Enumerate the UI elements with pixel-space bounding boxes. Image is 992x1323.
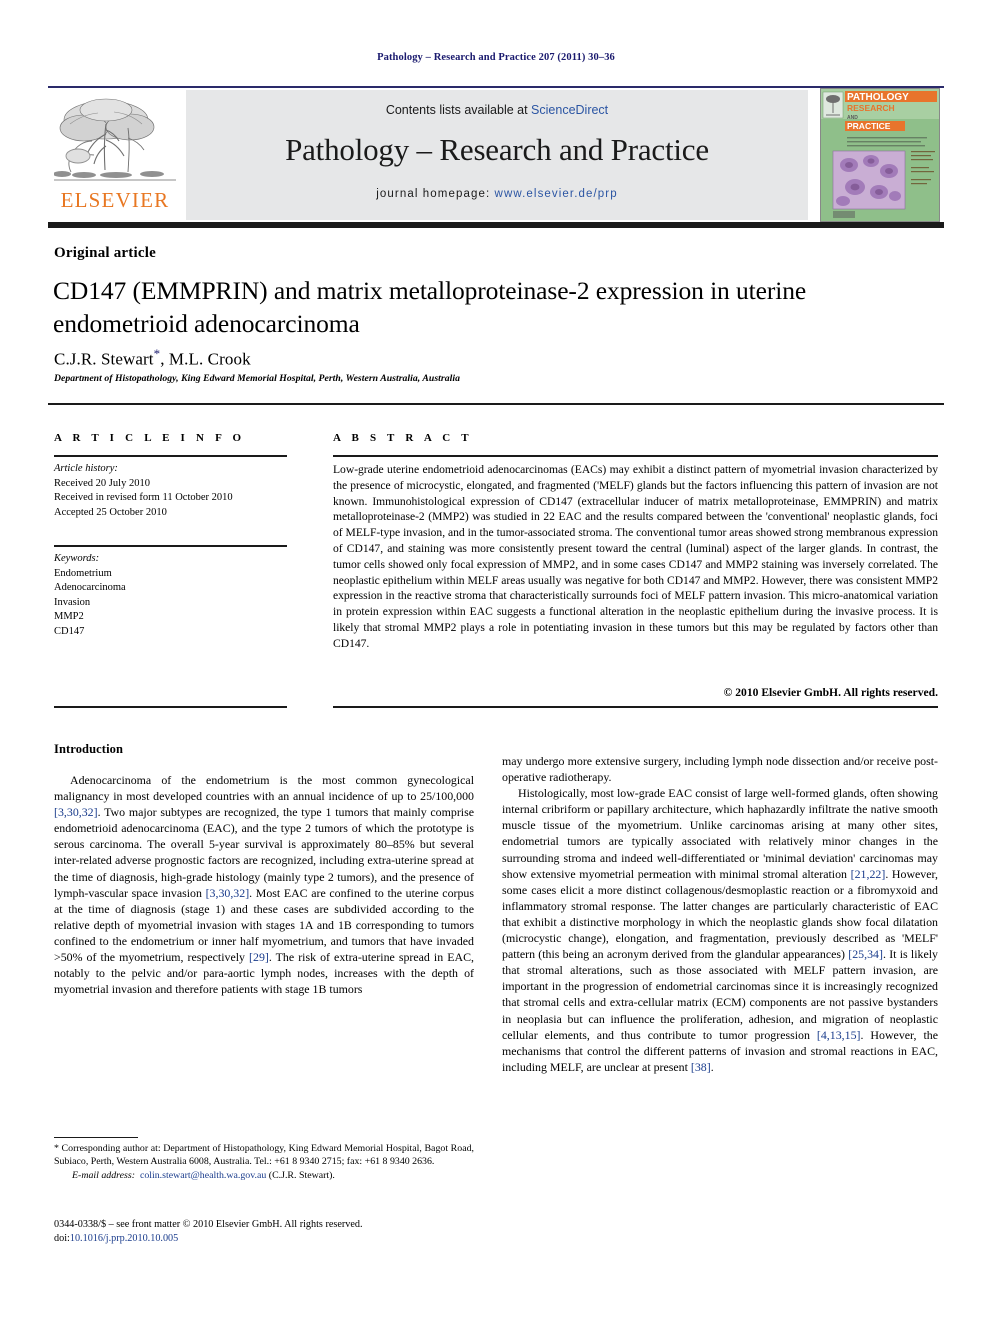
citation-ref[interactable]: [3,30,32] — [206, 886, 250, 900]
journal-homepage-line: journal homepage: www.elsevier.de/prp — [186, 188, 808, 200]
history-revised: Received in revised form 11 October 2010 — [54, 492, 233, 504]
abstract-text: Low-grade uterine endometrioid adenocarc… — [333, 463, 938, 650]
article-type-label: Original article — [54, 245, 156, 261]
author-email-link[interactable]: colin.stewart@health.wa.gov.au — [140, 1170, 266, 1181]
homepage-prefix: journal homepage: — [376, 188, 495, 200]
body-column-left: Adenocarcinoma of the endometrium is the… — [54, 772, 474, 997]
citation-ref[interactable]: [29] — [249, 950, 269, 964]
cover-art: PATHOLOGY RESEARCH AND PRACTICE — [821, 89, 939, 221]
article-history-label: Article history: — [54, 463, 118, 474]
journal-title: Pathology – Research and Practice — [285, 132, 709, 167]
elsevier-tree-icon — [54, 98, 176, 181]
citation-ref[interactable]: [25,34] — [848, 947, 883, 961]
doi-label: doi: — [54, 1233, 70, 1244]
keyword-item: Invasion — [54, 596, 91, 608]
masthead-bottom-bar — [48, 222, 944, 228]
keyword-item: Endometrium — [54, 567, 112, 579]
keyword-item: Adenocarcinoma — [54, 582, 126, 594]
article-page: Pathology – Research and Practice 207 (2… — [0, 0, 992, 1323]
keywords-label: Keywords: — [54, 553, 100, 564]
info-block-bottom-rule-right — [333, 706, 938, 708]
email-suffix: (C.J.R. Stewart). — [266, 1169, 335, 1181]
abstract-copyright: © 2010 Elsevier GmbH. All rights reserve… — [723, 686, 938, 699]
elsevier-wordmark: ELSEVIER — [60, 188, 170, 212]
keyword-item: CD147 — [54, 625, 85, 637]
article-info-header: A R T I C L E I N F O — [54, 432, 246, 444]
info-block-bottom-rule-left — [54, 706, 287, 708]
svg-text:PATHOLOGY: PATHOLOGY — [847, 92, 909, 103]
citation-ref[interactable]: [3,30,32] — [54, 805, 98, 819]
running-head: Pathology – Research and Practice 207 (2… — [377, 52, 615, 63]
intro-paragraph-continued: may undergo more extensive surgery, incl… — [502, 754, 938, 785]
author-first: C.J.R. Stewart — [54, 349, 154, 369]
abstract-rule-1 — [333, 455, 938, 457]
issn-line: 0344-0338/$ – see front matter © 2010 El… — [54, 1219, 363, 1230]
svg-text:RESEARCH: RESEARCH — [847, 103, 895, 113]
citation-ref[interactable]: [38] — [691, 1060, 711, 1074]
author-list: C.J.R. Stewart*, M.L. Crook — [54, 346, 251, 370]
footnote-rule — [54, 1137, 138, 1138]
histology-paragraph: Histologically, most low-grade EAC consi… — [502, 785, 938, 1075]
info-rule-2 — [54, 545, 287, 547]
elsevier-logo: ELSEVIER — [48, 90, 182, 220]
contents-prefix: Contents lists available at — [385, 103, 532, 117]
contents-list-line: Contents lists available at ScienceDirec… — [186, 103, 808, 117]
history-accepted: Accepted 25 October 2010 — [54, 506, 167, 518]
intro-text-a: Adenocarcinoma of the endometrium is the… — [54, 773, 474, 804]
sciencedirect-link[interactable]: ScienceDirect — [531, 103, 608, 117]
histology-text-e: . — [710, 1059, 714, 1074]
keyword-item: MMP2 — [54, 611, 84, 623]
journal-masthead: ELSEVIER Contents lists available at Sci… — [48, 88, 944, 222]
citation-ref[interactable]: [4,13,15] — [817, 1028, 861, 1042]
body-column-right: may undergo more extensive surgery, incl… — [502, 753, 938, 1075]
citation-ref[interactable]: [21,22] — [851, 867, 886, 881]
journal-homepage-link[interactable]: www.elsevier.de/prp — [495, 188, 618, 200]
page-title: CD147 (EMMPRIN) and matrix metalloprotei… — [53, 276, 807, 338]
corresponding-author-footnote: * Corresponding author at: Department of… — [54, 1142, 474, 1182]
keywords-list: Keywords: Endometrium Adenocarcinoma Inv… — [54, 552, 304, 640]
info-rule-1 — [54, 455, 287, 457]
author-rest: , M.L. Crook — [160, 349, 251, 369]
doi-link[interactable]: 10.1016/j.prp.2010.10.005 — [70, 1233, 178, 1244]
journal-band: Contents lists available at ScienceDirec… — [186, 90, 808, 220]
article-history: Article history: Received 20 July 2010 R… — [54, 462, 304, 520]
issn-copyright-block: 0344-0338/$ – see front matter © 2010 El… — [54, 1218, 474, 1246]
history-received: Received 20 July 2010 — [54, 477, 150, 489]
email-label: E-mail address: — [72, 1169, 135, 1181]
section-heading-introduction: Introduction — [54, 742, 124, 756]
affiliation: Department of Histopathology, King Edwar… — [54, 373, 460, 384]
info-block-top-rule — [48, 403, 944, 405]
doi-line: doi:10.1016/j.prp.2010.10.005 — [54, 1232, 474, 1246]
masthead-top-rule — [48, 86, 944, 88]
svg-text:PRACTICE: PRACTICE — [847, 121, 891, 131]
journal-cover-thumbnail: PATHOLOGY RESEARCH AND PRACTICE — [820, 88, 940, 222]
abstract-header: A B S T R A C T — [333, 432, 473, 444]
intro-paragraph-left: Adenocarcinoma of the endometrium is the… — [54, 772, 474, 997]
footnote-text: Corresponding author at: Department of H… — [54, 1143, 474, 1168]
